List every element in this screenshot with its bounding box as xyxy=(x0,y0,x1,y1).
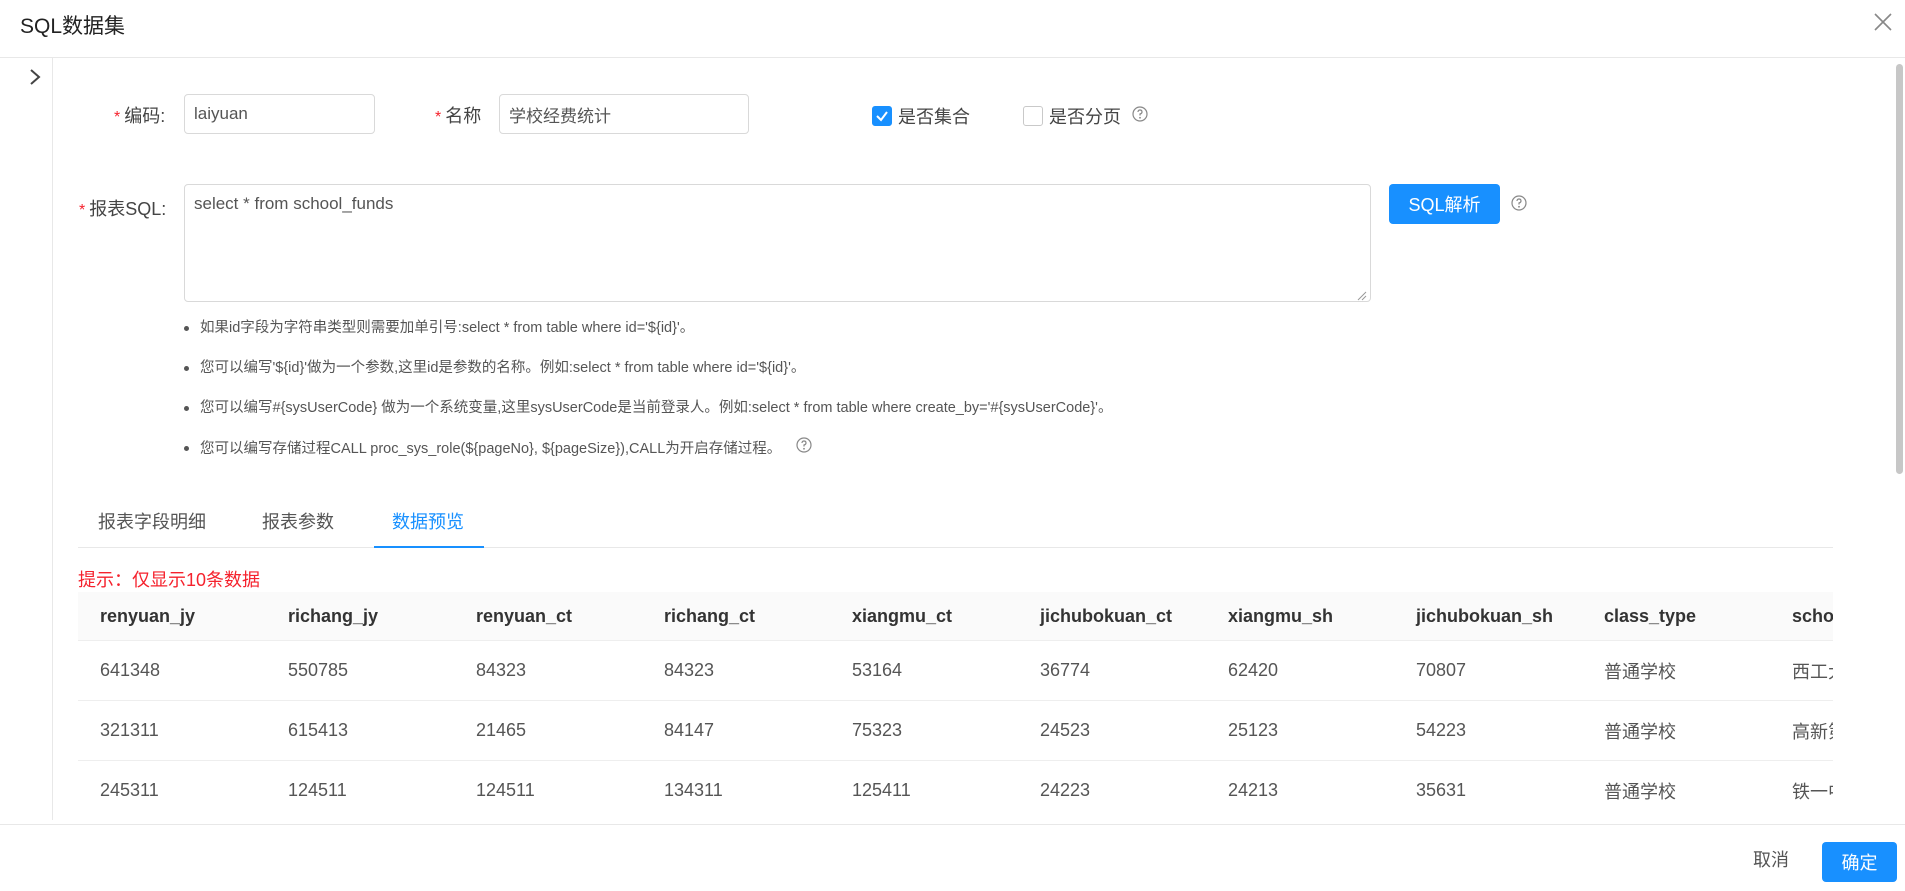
table-cell: 36774 xyxy=(1018,640,1206,701)
table-cell: 普通学校 xyxy=(1582,760,1770,819)
name-input[interactable] xyxy=(499,94,749,134)
question-circle-icon[interactable] xyxy=(1131,105,1149,123)
table-row: 641348 550785 84323 84323 53164 36774 62… xyxy=(78,640,1833,701)
question-circle-icon[interactable] xyxy=(1510,194,1528,212)
active-tab-indicator xyxy=(374,546,484,548)
column-header: xiangmu_sh xyxy=(1206,592,1394,641)
preview-table-container: renyuan_jy richang_jy renyuan_ct richang… xyxy=(78,592,1833,819)
sql-textarea[interactable]: select * from school_funds xyxy=(184,184,1371,302)
table-cell: 普通学校 xyxy=(1582,640,1770,701)
column-header: jichubokuan_ct xyxy=(1018,592,1206,641)
dialog-title: SQL数据集 xyxy=(20,15,126,38)
column-header: richang_jy xyxy=(266,592,454,641)
name-label: * 名称 xyxy=(435,106,482,126)
tab-field-details[interactable]: 报表字段明细 xyxy=(98,503,206,546)
confirm-button[interactable]: 确定 xyxy=(1822,842,1897,882)
is-collection-checkbox[interactable]: 是否集合 xyxy=(872,103,970,129)
table-cell: 24223 xyxy=(1018,760,1206,819)
table-row: 245311 124511 124511 134311 125411 24223… xyxy=(78,760,1833,819)
table-cell: 24523 xyxy=(1018,700,1206,761)
table-cell: 84323 xyxy=(642,640,830,701)
table-cell: 84323 xyxy=(454,640,642,701)
table-cell: 615413 xyxy=(266,700,454,761)
table-cell: 75323 xyxy=(830,700,1018,761)
table-cell: 134311 xyxy=(642,760,830,819)
tip-item: 您可以编写#{sysUserCode} 做为一个系统变量,这里sysUserCo… xyxy=(182,396,1112,436)
table-cell: 245311 xyxy=(78,760,266,819)
table-cell: 铁一中学 xyxy=(1770,760,1833,819)
column-header: class_type xyxy=(1582,592,1770,641)
table-cell: 54223 xyxy=(1394,700,1582,761)
is-paged-checkbox[interactable]: 是否分页 xyxy=(1023,103,1121,129)
table-cell: 124511 xyxy=(266,760,454,819)
checkmark-icon[interactable] xyxy=(872,106,892,126)
table-cell: 124511 xyxy=(454,760,642,819)
table-cell: 70807 xyxy=(1394,640,1582,701)
tip-item: 您可以编写存储过程CALL proc_sys_role(${pageNo}, $… xyxy=(182,436,1112,476)
sql-label: * 报表SQL: xyxy=(79,199,167,219)
column-header: xiangmu_ct xyxy=(830,592,1018,641)
table-cell: 24213 xyxy=(1206,760,1394,819)
is-collection-label: 是否集合 xyxy=(898,107,970,127)
code-label: * 编码: xyxy=(114,106,166,126)
code-input[interactable] xyxy=(184,94,375,134)
table-cell: 西工大附中 xyxy=(1770,640,1833,701)
tab-data-preview[interactable]: 数据预览 xyxy=(392,503,464,546)
table-row: 321311 615413 21465 84147 75323 24523 25… xyxy=(78,700,1833,761)
chevron-right-icon[interactable] xyxy=(26,68,44,86)
close-icon[interactable] xyxy=(1871,10,1895,34)
vertical-scrollbar[interactable] xyxy=(1896,64,1903,474)
required-mark: * xyxy=(114,109,121,126)
preview-notice: 提示：仅显示10条数据 xyxy=(78,570,261,590)
column-header: richang_ct xyxy=(642,592,830,641)
is-paged-label: 是否分页 xyxy=(1049,107,1121,127)
table-cell: 35631 xyxy=(1394,760,1582,819)
panel-divider xyxy=(52,58,53,820)
table-header-row: renyuan_jy richang_jy renyuan_ct richang… xyxy=(78,592,1833,641)
column-header: school_name xyxy=(1770,592,1833,641)
dialog-footer: 取消 确定 xyxy=(0,824,1905,891)
table-cell: 321311 xyxy=(78,700,266,761)
column-header: renyuan_ct xyxy=(454,592,642,641)
sql-parse-button[interactable]: SQL解析 xyxy=(1389,184,1500,224)
table-cell: 53164 xyxy=(830,640,1018,701)
tip-item: 您可以编写'${id}'做为一个参数,这里id是参数的名称。例如:select … xyxy=(182,356,1112,396)
dialog-header: SQL数据集 xyxy=(0,0,1905,58)
table-cell: 125411 xyxy=(830,760,1018,819)
table-cell: 550785 xyxy=(266,640,454,701)
cancel-button[interactable]: 取消 xyxy=(1736,839,1806,879)
tab-report-params[interactable]: 报表参数 xyxy=(262,503,334,546)
column-header: jichubokuan_sh xyxy=(1394,592,1582,641)
resize-handle-icon[interactable] xyxy=(1357,288,1367,301)
tab-bar: 报表字段明细 报表参数 数据预览 xyxy=(78,503,1833,548)
required-mark: * xyxy=(79,202,86,219)
required-mark: * xyxy=(435,109,442,126)
column-header: renyuan_jy xyxy=(78,592,266,641)
table-cell: 641348 xyxy=(78,640,266,701)
checkbox-box[interactable] xyxy=(1023,106,1043,126)
question-circle-icon[interactable] xyxy=(795,436,813,462)
preview-table: renyuan_jy richang_jy renyuan_ct richang… xyxy=(78,592,1833,819)
table-cell: 84147 xyxy=(642,700,830,761)
sql-tips-list: 如果id字段为字符串类型则需要加单引号:select * from table … xyxy=(182,316,1112,476)
table-cell: 21465 xyxy=(454,700,642,761)
table-cell: 62420 xyxy=(1206,640,1394,701)
sql-editor: select * from school_funds xyxy=(184,184,1371,302)
table-cell: 高新第一中学 xyxy=(1770,700,1833,761)
table-cell: 普通学校 xyxy=(1582,700,1770,761)
tip-item: 如果id字段为字符串类型则需要加单引号:select * from table … xyxy=(182,316,1112,356)
table-cell: 25123 xyxy=(1206,700,1394,761)
